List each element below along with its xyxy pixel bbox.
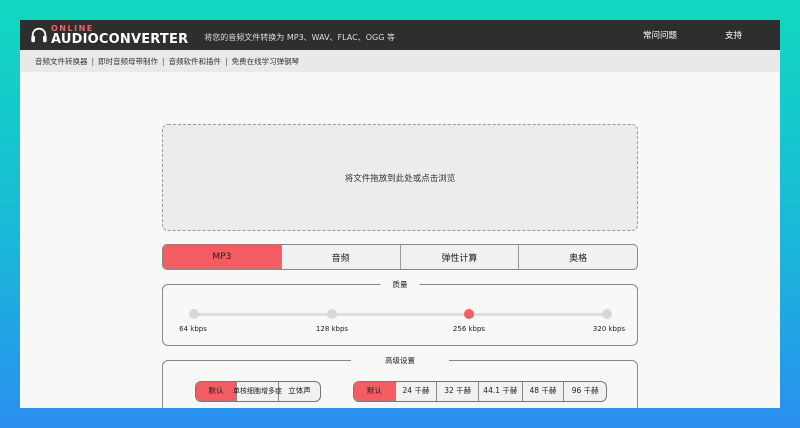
format-tab-mp3[interactable]: MP3 [163, 245, 282, 269]
quality-panel: 质量 64 kbps 128 kbps 256 kbps 320 kbps [162, 279, 638, 346]
quality-stop-320[interactable] [602, 309, 612, 319]
quality-label-64: 64 kbps [179, 325, 207, 333]
faq-link[interactable]: 常问问题 [643, 29, 677, 41]
sub-nav: 音频文件转换器 | 即时音频母带制作 | 音频软件和插件 | 免费在线学习弹钢琴 [20, 50, 780, 72]
support-link[interactable]: 支持 [725, 29, 742, 41]
dropzone-text: 将文件拖放到此处或点击浏览 [344, 173, 456, 184]
file-dropzone[interactable]: 将文件拖放到此处或点击浏览 [162, 124, 638, 231]
format-tab-flac[interactable]: 弹性计算 [401, 245, 520, 269]
advanced-settings-panel: 高级设置 默认 单核细胞增多症 立体声 默认 24 千赫 32 千赫 44.1 … [162, 355, 638, 408]
channel-default[interactable]: 默认 [196, 382, 238, 401]
quality-label-128: 128 kbps [315, 325, 349, 333]
top-nav: 常问问题 支持 [643, 20, 780, 50]
quality-stop-128[interactable] [327, 309, 337, 319]
quality-label-256: 256 kbps [452, 325, 486, 333]
top-bar: ONLINE AUDIOCONVERTER 将您的音频文件转换为 MP3、WAV… [20, 20, 780, 50]
subnav-audio-converter[interactable]: 音频文件转换器 [35, 56, 88, 67]
app-window: ONLINE AUDIOCONVERTER 将您的音频文件转换为 MP3、WAV… [20, 20, 780, 408]
channels-selector: 默认 单核细胞增多症 立体声 [195, 381, 321, 402]
subnav-audio-software[interactable]: 音频软件和插件 [169, 56, 222, 67]
separator: | [91, 56, 95, 66]
subnav-learn-piano[interactable]: 免费在线学习弹钢琴 [232, 56, 300, 67]
channel-mono[interactable]: 单核细胞增多症 [233, 382, 282, 401]
logo-main-text: AUDIOCONVERTER [51, 31, 189, 47]
sample-rate-selector: 默认 24 千赫 32 千赫 44.1 千赫 48 千赫 96 千赫 [353, 381, 607, 402]
separator: | [162, 56, 165, 66]
quality-stop-64[interactable] [189, 309, 199, 319]
samplerate-24khz[interactable]: 24 千赫 [396, 382, 438, 401]
quality-slider-track[interactable] [193, 313, 605, 316]
samplerate-48khz[interactable]: 48 千赫 [523, 382, 565, 401]
quality-legend: 质量 [380, 279, 420, 290]
advanced-legend: 高级设置 [351, 355, 449, 366]
subnav-instant-mastering[interactable]: 即时音频母带制作 [98, 56, 158, 67]
quality-stop-256[interactable] [464, 309, 474, 319]
format-tab-wav[interactable]: 音频 [282, 245, 401, 269]
tagline: 将您的音频文件转换为 MP3、WAV、FLAC、OGG 等 [204, 32, 395, 42]
quality-label-320: 320 kbps [592, 325, 626, 333]
format-tab-ogg[interactable]: 奥格 [519, 245, 637, 269]
format-tabs: MP3 音频 弹性计算 奥格 [162, 244, 638, 270]
separator: | [225, 56, 228, 66]
logo[interactable]: ONLINE AUDIOCONVERTER [30, 20, 188, 50]
samplerate-96khz[interactable]: 96 千赫 [564, 382, 606, 401]
samplerate-44khz[interactable]: 44.1 千赫 [479, 382, 523, 401]
channel-stereo[interactable]: 立体声 [279, 382, 320, 401]
samplerate-32khz[interactable]: 32 千赫 [437, 382, 480, 401]
samplerate-default[interactable]: 默认 [354, 382, 396, 401]
headphones-icon [31, 27, 47, 43]
